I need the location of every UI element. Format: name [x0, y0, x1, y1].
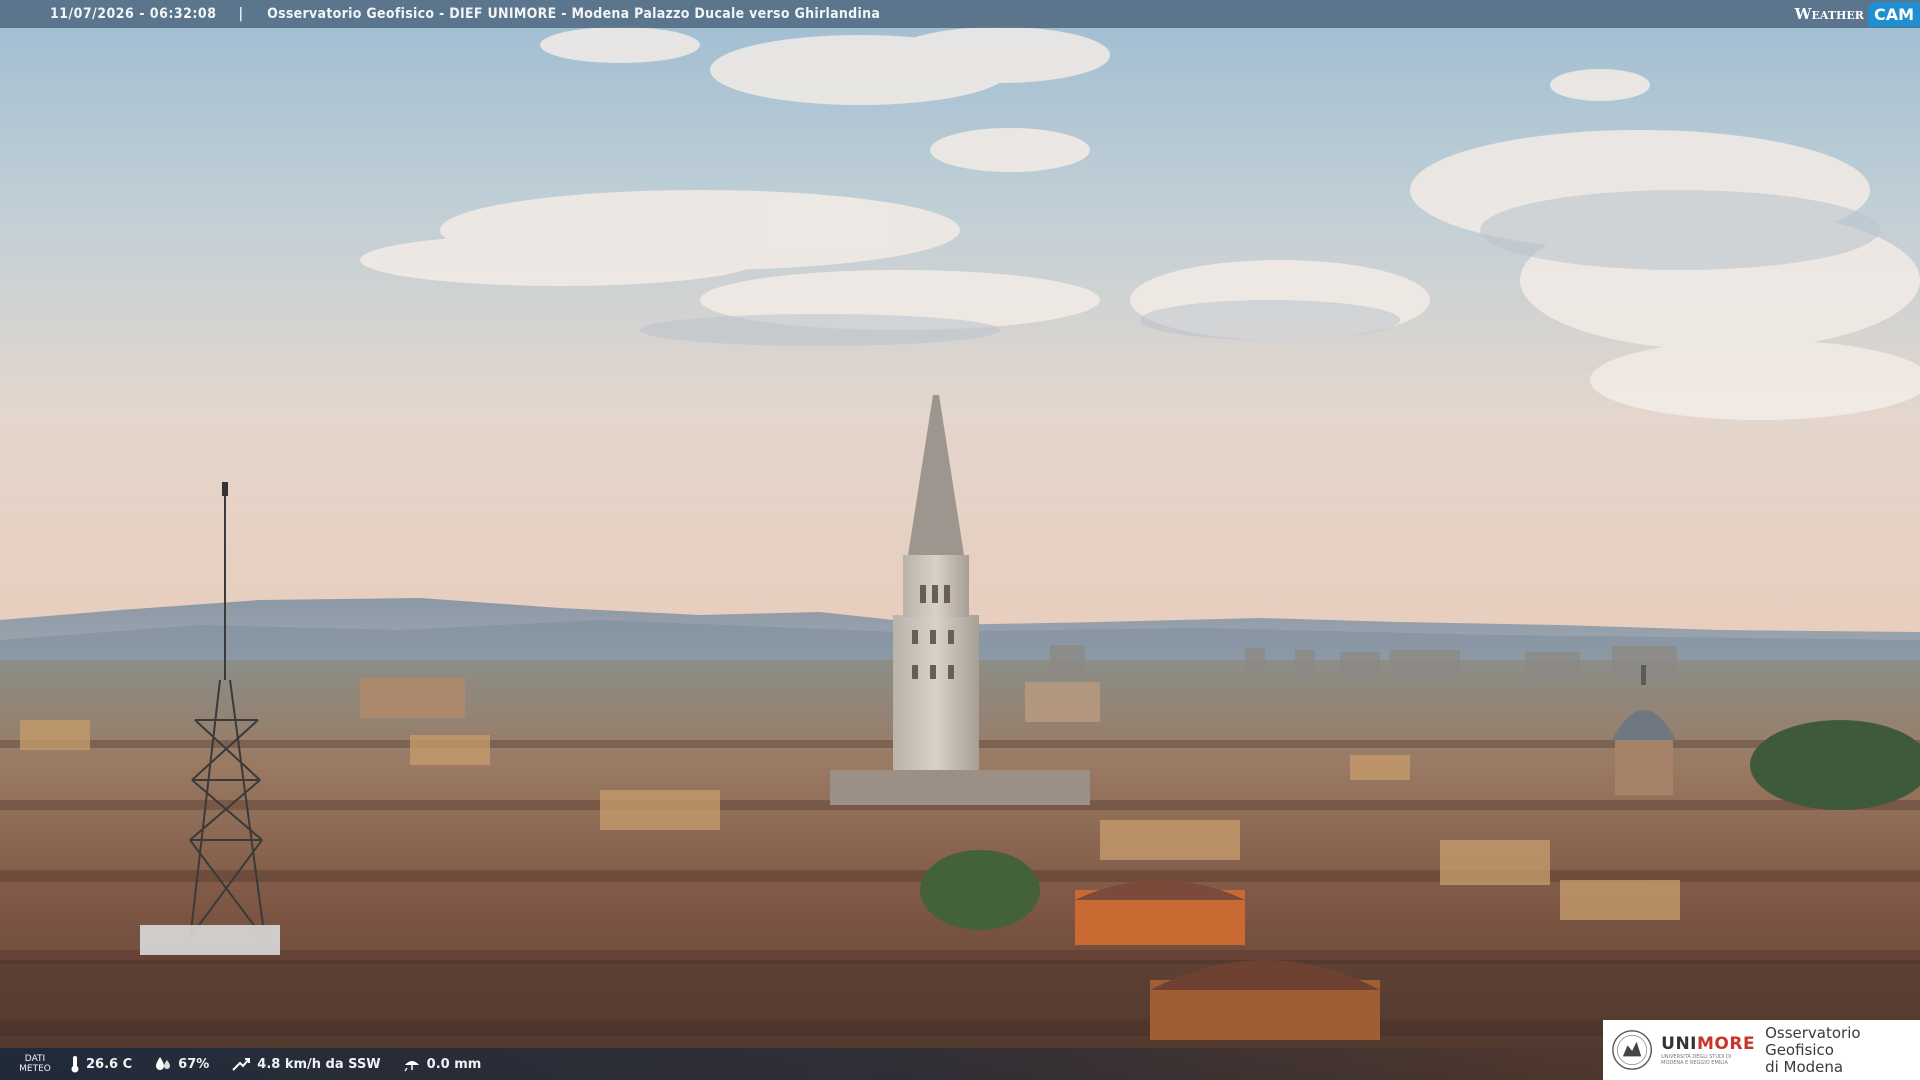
unimore-subtitle-2: MODENA E REGGIO EMILIA	[1661, 1060, 1728, 1066]
unimore-branding: UNIMORE UNIVERSITÀ DEGLI STUDI DI MODENA…	[1603, 1020, 1920, 1080]
weather-data-label: DATI METEO	[0, 1054, 70, 1074]
observatory-line2: di Modena	[1765, 1057, 1844, 1076]
observatory-line1: Osservatorio Geofisico	[1765, 1023, 1861, 1059]
wind-icon	[232, 1058, 251, 1071]
temperature-readout: 26.6 C	[70, 1055, 132, 1073]
timestamp: 11/07/2026 - 06:32:08	[50, 6, 217, 22]
humidity-value: 67%	[178, 1056, 210, 1072]
unimore-logo-text: UNIMORE UNIVERSITÀ DEGLI STUDI DI MODENA…	[1661, 1034, 1755, 1066]
rain-icon	[404, 1061, 419, 1072]
webcam-scene	[0, 0, 1920, 1080]
university-seal-icon	[1612, 1030, 1652, 1070]
thermometer-icon	[71, 1056, 79, 1073]
header-separator: |	[238, 6, 244, 22]
weather-label-line1: DATI	[24, 1054, 46, 1064]
humidity-readout: 67%	[154, 1056, 209, 1072]
weather-bar: DATI METEO 26.6 C 67% 4.8 km/h da SSW 0.…	[0, 1048, 1600, 1080]
logo-cam-text: CAM	[1867, 1, 1920, 27]
logo-weather-text: Weather	[1794, 5, 1864, 23]
rain-value: 0.0 mm	[426, 1056, 482, 1072]
observatory-name: Osservatorio Geofisico di Modena	[1765, 1023, 1920, 1076]
wind-readout: 4.8 km/h da SSW	[231, 1056, 381, 1072]
header-bar: 11/07/2026 - 06:32:08 | Osservatorio Geo…	[0, 0, 1920, 28]
temperature-value: 26.6 C	[86, 1056, 133, 1072]
weathercam-logo: Weather CAM	[1795, 0, 1920, 28]
wind-value: 4.8 km/h da SSW	[257, 1056, 381, 1072]
unimore-name-more: MORE	[1697, 1034, 1756, 1054]
humidity-icon	[156, 1057, 171, 1070]
weather-label-line2: METEO	[19, 1064, 51, 1074]
camera-title: Osservatorio Geofisico - DIEF UNIMORE - …	[267, 6, 881, 22]
unimore-name-uni: UNI	[1661, 1034, 1697, 1054]
rain-readout: 0.0 mm	[403, 1056, 482, 1072]
unimore-name: UNIMORE	[1661, 1034, 1755, 1054]
